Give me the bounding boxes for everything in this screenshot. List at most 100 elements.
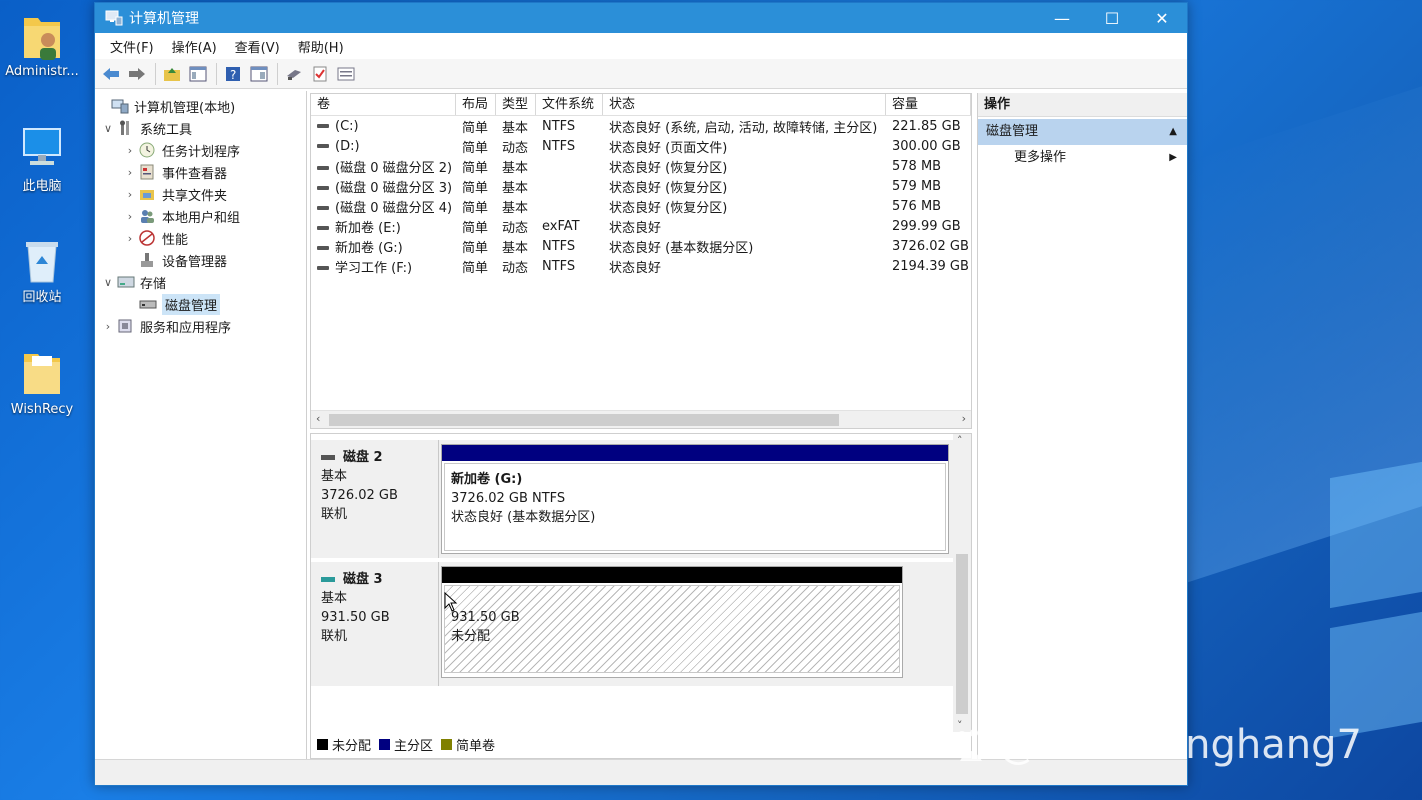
tree-item-storage[interactable]: ∨ 存储 xyxy=(95,271,306,293)
scroll-up-icon[interactable]: ˄ xyxy=(957,434,963,447)
tree-item-shared-folders[interactable]: › 共享文件夹 xyxy=(95,183,306,205)
chevron-down-icon[interactable]: ∨ xyxy=(101,276,115,289)
column-header-volume[interactable]: 卷 xyxy=(311,94,456,115)
layout-cell: 简单 xyxy=(456,117,496,136)
layout-cell-text: 简单 xyxy=(462,120,489,136)
legend: 未分配 主分区 简单卷 xyxy=(317,735,503,754)
chevron-right-icon[interactable]: › xyxy=(123,232,137,245)
partition-unallocated[interactable]: 931.50 GB 未分配 xyxy=(441,566,903,678)
column-header-status[interactable]: 状态 xyxy=(603,94,886,115)
status-cell: 状态良好 xyxy=(603,217,886,236)
computer-management-icon xyxy=(111,98,129,114)
desktop-glass-pane xyxy=(1330,461,1422,609)
close-button[interactable]: ✕ xyxy=(1137,3,1187,33)
chevron-right-icon[interactable]: › xyxy=(123,210,137,223)
tree-item-local-users[interactable]: › 本地用户和组 xyxy=(95,205,306,227)
chevron-right-icon[interactable]: › xyxy=(101,320,115,333)
minimize-button[interactable]: — xyxy=(1037,3,1087,33)
help-icon[interactable]: ? xyxy=(221,63,245,85)
scrollbar-thumb[interactable] xyxy=(956,554,968,714)
menu-help[interactable]: 帮助(H) xyxy=(289,37,353,56)
horizontal-scrollbar[interactable]: ‹ › xyxy=(311,410,971,428)
volume-list-header: 卷 布局 类型 文件系统 状态 容量 xyxy=(311,94,971,116)
layout-cell-text: 简单 xyxy=(462,200,489,216)
tree-item-system-tools[interactable]: ∨ 系统工具 xyxy=(95,117,306,139)
status-cell-text: 状态良好 (恢复分区) xyxy=(609,160,728,176)
chevron-right-icon[interactable]: › xyxy=(123,166,137,179)
menu-view[interactable]: 查看(V) xyxy=(226,37,289,56)
actions-more[interactable]: 更多操作 ▶ xyxy=(978,145,1187,171)
layout-cell-text: 简单 xyxy=(462,260,489,276)
capacity-cell: 300.00 GB xyxy=(886,139,971,154)
title-bar[interactable]: 计算机管理 — ☐ ✕ xyxy=(95,3,1187,33)
list-properties-icon[interactable] xyxy=(334,63,358,85)
actions-pane: 操作 磁盘管理 ▲ 更多操作 ▶ xyxy=(977,93,1187,759)
collapse-up-icon[interactable]: ▲ xyxy=(1169,119,1177,145)
volume-row[interactable]: 学习工作 (F:) 简单 动态 NTFS 状态良好 2194.39 GB xyxy=(311,256,971,276)
device-manager-icon xyxy=(139,252,157,268)
desktop-icon-this-pc[interactable]: 此电脑 xyxy=(2,125,82,195)
desktop-icon-recycle-bin[interactable]: 回收站 xyxy=(2,236,82,306)
tree-label: 任务计划程序 xyxy=(162,144,241,160)
filesystem-cell: exFAT xyxy=(536,219,603,234)
volume-row[interactable]: (D:) 简单 动态 NTFS 状态良好 (页面文件) 300.00 GB xyxy=(311,136,971,156)
filesystem-cell-text: NTFS xyxy=(542,258,576,274)
volume-icon xyxy=(317,206,329,210)
tree-item-device-manager[interactable]: 设备管理器 xyxy=(95,249,306,271)
disk-info-disk2[interactable]: 磁盘 2 基本 3726.02 GB 联机 xyxy=(311,440,439,558)
vertical-scrollbar[interactable]: ˄ ˅ xyxy=(953,434,971,732)
volume-row[interactable]: (磁盘 0 磁盘分区 2) 简单 基本 状态良好 (恢复分区) 578 MB xyxy=(311,156,971,176)
tree-item-disk-management[interactable]: 磁盘管理 xyxy=(95,293,306,315)
chevron-right-icon[interactable]: › xyxy=(123,188,137,201)
tree-item-root[interactable]: 计算机管理(本地) xyxy=(95,95,306,117)
capacity-cell-text: 579 MB xyxy=(892,178,942,194)
baidu-paw-icon xyxy=(950,725,990,765)
desktop-icon-wishrecy[interactable]: WishRecy xyxy=(2,348,82,418)
layout-cell: 简单 xyxy=(456,217,496,236)
layout-cell-text: 简单 xyxy=(462,140,489,156)
column-header-type[interactable]: 类型 xyxy=(496,94,536,115)
tree-item-performance[interactable]: › 性能 xyxy=(95,227,306,249)
tree-item-services-apps[interactable]: › 服务和应用程序 xyxy=(95,315,306,337)
volume-row[interactable]: (磁盘 0 磁盘分区 3) 简单 基本 状态良好 (恢复分区) 579 MB xyxy=(311,176,971,196)
volume-row[interactable]: (C:) 简单 基本 NTFS 状态良好 (系统, 启动, 活动, 故障转储, 主分区)… xyxy=(311,116,971,136)
disk-info-disk3[interactable]: 磁盘 3 基本 931.50 GB 联机 xyxy=(311,562,439,686)
show-hide-tree-icon[interactable] xyxy=(186,63,210,85)
up-folder-icon[interactable] xyxy=(160,63,184,85)
chevron-down-icon[interactable]: ∨ xyxy=(101,122,115,135)
check-icon[interactable] xyxy=(308,63,332,85)
column-header-capacity[interactable]: 容量 xyxy=(886,94,971,115)
maximize-button[interactable]: ☐ xyxy=(1087,3,1137,33)
legend-swatch xyxy=(317,739,328,750)
tree-item-event-viewer[interactable]: › 事件查看器 xyxy=(95,161,306,183)
volume-row[interactable]: (磁盘 0 磁盘分区 4) 简单 基本 状态良好 (恢复分区) 576 MB xyxy=(311,196,971,216)
column-header-layout[interactable]: 布局 xyxy=(456,94,496,115)
chevron-right-icon[interactable]: › xyxy=(123,144,137,157)
menu-file[interactable]: 文件(F) xyxy=(101,37,163,56)
scroll-left-icon[interactable]: ‹ xyxy=(316,412,320,425)
tree-label: 设备管理器 xyxy=(162,254,228,270)
menu-action[interactable]: 操作(A) xyxy=(163,37,226,56)
partition-g[interactable]: 新加卷 (G:) 3726.02 GB NTFS 状态良好 (基本数据分区) xyxy=(441,444,949,554)
layout-cell: 简单 xyxy=(456,257,496,276)
forward-icon[interactable] xyxy=(125,63,149,85)
volume-list: 卷 布局 类型 文件系统 状态 容量 (C:) 简单 基本 NTFS 状态良好 (系统,… xyxy=(310,93,972,429)
connect-icon[interactable] xyxy=(282,63,306,85)
tree-item-task-scheduler[interactable]: › 任务计划程序 xyxy=(95,139,306,161)
back-icon[interactable] xyxy=(99,63,123,85)
capacity-cell-text: 578 MB xyxy=(892,158,942,174)
desktop-icon-administrator[interactable]: Administr... xyxy=(2,10,82,80)
desktop-icon-label: WishRecy xyxy=(10,402,74,417)
scroll-right-icon[interactable]: › xyxy=(962,412,966,425)
scrollbar-thumb[interactable] xyxy=(329,414,839,426)
partition-bar-unallocated xyxy=(442,567,902,583)
layout-cell: 简单 xyxy=(456,237,496,256)
actions-group-disk-management[interactable]: 磁盘管理 ▲ xyxy=(978,119,1187,145)
tree-label: 系统工具 xyxy=(140,122,193,138)
volume-row[interactable]: 新加卷 (E:) 简单 动态 exFAT 状态良好 299.99 GB xyxy=(311,216,971,236)
properties-view-icon[interactable] xyxy=(247,63,271,85)
capacity-cell: 3726.02 GB xyxy=(886,239,971,254)
column-header-filesystem[interactable]: 文件系统 xyxy=(536,94,603,115)
layout-cell: 简单 xyxy=(456,137,496,156)
volume-row[interactable]: 新加卷 (G:) 简单 基本 NTFS 状态良好 (基本数据分区) 3726.02 GB xyxy=(311,236,971,256)
